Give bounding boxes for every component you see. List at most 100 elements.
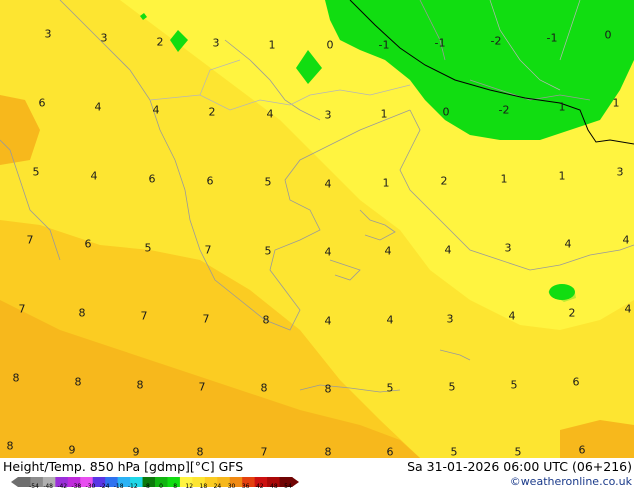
- scale-arrow-left: [11, 477, 18, 487]
- scale-tick-label: -48: [43, 483, 54, 490]
- isotherm-label: 4: [152, 103, 160, 117]
- isotherm-label: 1: [500, 172, 508, 186]
- scale-tick-label: 48: [270, 483, 278, 490]
- isotherm-label: 5: [264, 244, 272, 258]
- isotherm-label: 7: [204, 243, 212, 257]
- isotherm-label: 6: [578, 443, 586, 457]
- isotherm-label: 4: [624, 302, 632, 316]
- isotherm-label: 6: [206, 174, 214, 188]
- isotherm-label: 1: [558, 100, 566, 114]
- scale-tick-label: 0: [159, 483, 163, 490]
- isotherm-label: 3: [616, 165, 624, 179]
- isotherm-label: 8: [78, 306, 86, 320]
- isotherm-label: 5: [510, 378, 518, 392]
- isotherm-label: 5: [386, 381, 394, 395]
- isotherm-label: 2: [568, 306, 576, 320]
- isotherm-label: 7: [26, 233, 34, 247]
- isotherm-label: 5: [450, 445, 458, 459]
- isotherm-label: -2: [498, 103, 510, 117]
- isotherm-label: 8: [6, 439, 14, 453]
- isotherm-label: 1: [558, 169, 566, 183]
- isotherm-label: 6: [84, 237, 92, 251]
- color-scale-bar: [11, 472, 299, 487]
- isotherm-label: 5: [448, 380, 456, 394]
- isotherm-label: -1: [546, 31, 558, 45]
- isotherm-label: 4: [444, 243, 452, 257]
- scale-tick-label: 24: [213, 483, 222, 490]
- scale-tick-label: -54: [29, 483, 39, 490]
- isotherm-label: 1: [612, 96, 620, 110]
- scale-tick-label: -38: [71, 483, 82, 490]
- isotherm-label: 7: [198, 380, 206, 394]
- scale-tick-label: -18: [113, 483, 124, 490]
- isotherm-label: 3: [212, 36, 220, 50]
- isotherm-label: 7: [260, 445, 268, 459]
- scale-tick-label: 36: [241, 483, 250, 490]
- isotherm-label: 7: [140, 309, 148, 323]
- isotherm-label: 0: [326, 38, 334, 52]
- scale-tick-label: -42: [57, 483, 68, 490]
- isotherm-label: 4: [386, 313, 394, 327]
- scale-tick-label: 8: [173, 483, 178, 490]
- isotherm-label: 0: [604, 28, 612, 42]
- isotherm-label: 9: [68, 443, 76, 457]
- isotherm-label: 4: [324, 177, 332, 191]
- isotherm-label: 4: [508, 309, 516, 323]
- scale-arrow-right: [292, 477, 299, 487]
- isotherm-label: 4: [324, 245, 332, 259]
- isotherm-label: 8: [196, 445, 204, 459]
- isotherm-label: 8: [260, 381, 268, 395]
- isotherm-label: 4: [384, 244, 392, 258]
- isotherm-label: 2: [440, 174, 448, 188]
- isotherm-label: 4: [94, 100, 102, 114]
- scale-tick-label: -8: [143, 483, 150, 490]
- scale-tick-label: 42: [255, 483, 264, 490]
- scale-tick-label: -12: [127, 483, 138, 490]
- scale-tick-label: -30: [85, 483, 96, 490]
- isotherm-label: 8: [324, 382, 332, 396]
- isotherm-label: 5: [32, 165, 40, 179]
- isotherm-label: 5: [144, 241, 152, 255]
- isotherm-label: 8: [324, 445, 332, 459]
- isotherm-label: 6: [572, 375, 580, 389]
- cold-patch-small-3b: [549, 284, 575, 300]
- isotherm-label: 4: [622, 233, 630, 247]
- footer: Height/Temp. 850 hPa [gdmp][°C] GFS Sa 3…: [0, 458, 634, 490]
- isotherm-label: -2: [490, 34, 502, 48]
- isotherm-label: 4: [324, 314, 332, 328]
- map-canvas: [0, 0, 634, 458]
- isotherm-label: 4: [564, 237, 572, 251]
- isotherm-label: 9: [132, 445, 140, 459]
- isotherm-label: 4: [90, 169, 98, 183]
- isotherm-label: 6: [148, 172, 156, 186]
- isotherm-label: 1: [382, 176, 390, 190]
- isotherm-label: 2: [156, 35, 164, 49]
- isotherm-label: 1: [268, 38, 276, 52]
- scale-tick-label: 18: [199, 483, 208, 490]
- credit-link[interactable]: ©weatheronline.co.uk: [510, 475, 632, 488]
- isotherm-label: 6: [386, 445, 394, 459]
- isotherm-label: 3: [504, 241, 512, 255]
- scale-tick-label: 30: [227, 483, 236, 490]
- isotherm-label: 8: [12, 371, 20, 385]
- isotherm-label: 3: [100, 31, 108, 45]
- isotherm-label: 8: [136, 378, 144, 392]
- isotherm-label: -1: [434, 36, 446, 50]
- isotherm-label: 8: [74, 375, 82, 389]
- scale-tick-label: 12: [185, 483, 194, 490]
- isotherm-label: 8: [262, 313, 270, 327]
- isotherm-label: 7: [202, 312, 210, 326]
- isotherm-label: 1: [380, 107, 388, 121]
- scale-tick-label: 54: [284, 483, 292, 490]
- scale-tick-label: -24: [99, 483, 110, 490]
- isotherm-label: 0: [442, 105, 450, 119]
- isotherm-label: 2: [208, 105, 216, 119]
- weather-map: 3 3 2 3 1 0 -1 -1 -2 -1 0 6 4 4 2 4 3 1 0 -2 1 1 5 4 6 6 5 4 1 2 1 1 3 7 6…: [0, 0, 634, 458]
- isotherm-label: 3: [446, 312, 454, 326]
- forecast-datetime: Sa 31-01-2026 06:00 UTC (06+216): [407, 459, 632, 474]
- isotherm-label: 4: [266, 107, 274, 121]
- isotherm-label: 3: [44, 27, 52, 41]
- isotherm-label: -1: [378, 38, 390, 52]
- isotherm-label: 6: [38, 96, 46, 110]
- isotherm-label: 3: [324, 108, 332, 122]
